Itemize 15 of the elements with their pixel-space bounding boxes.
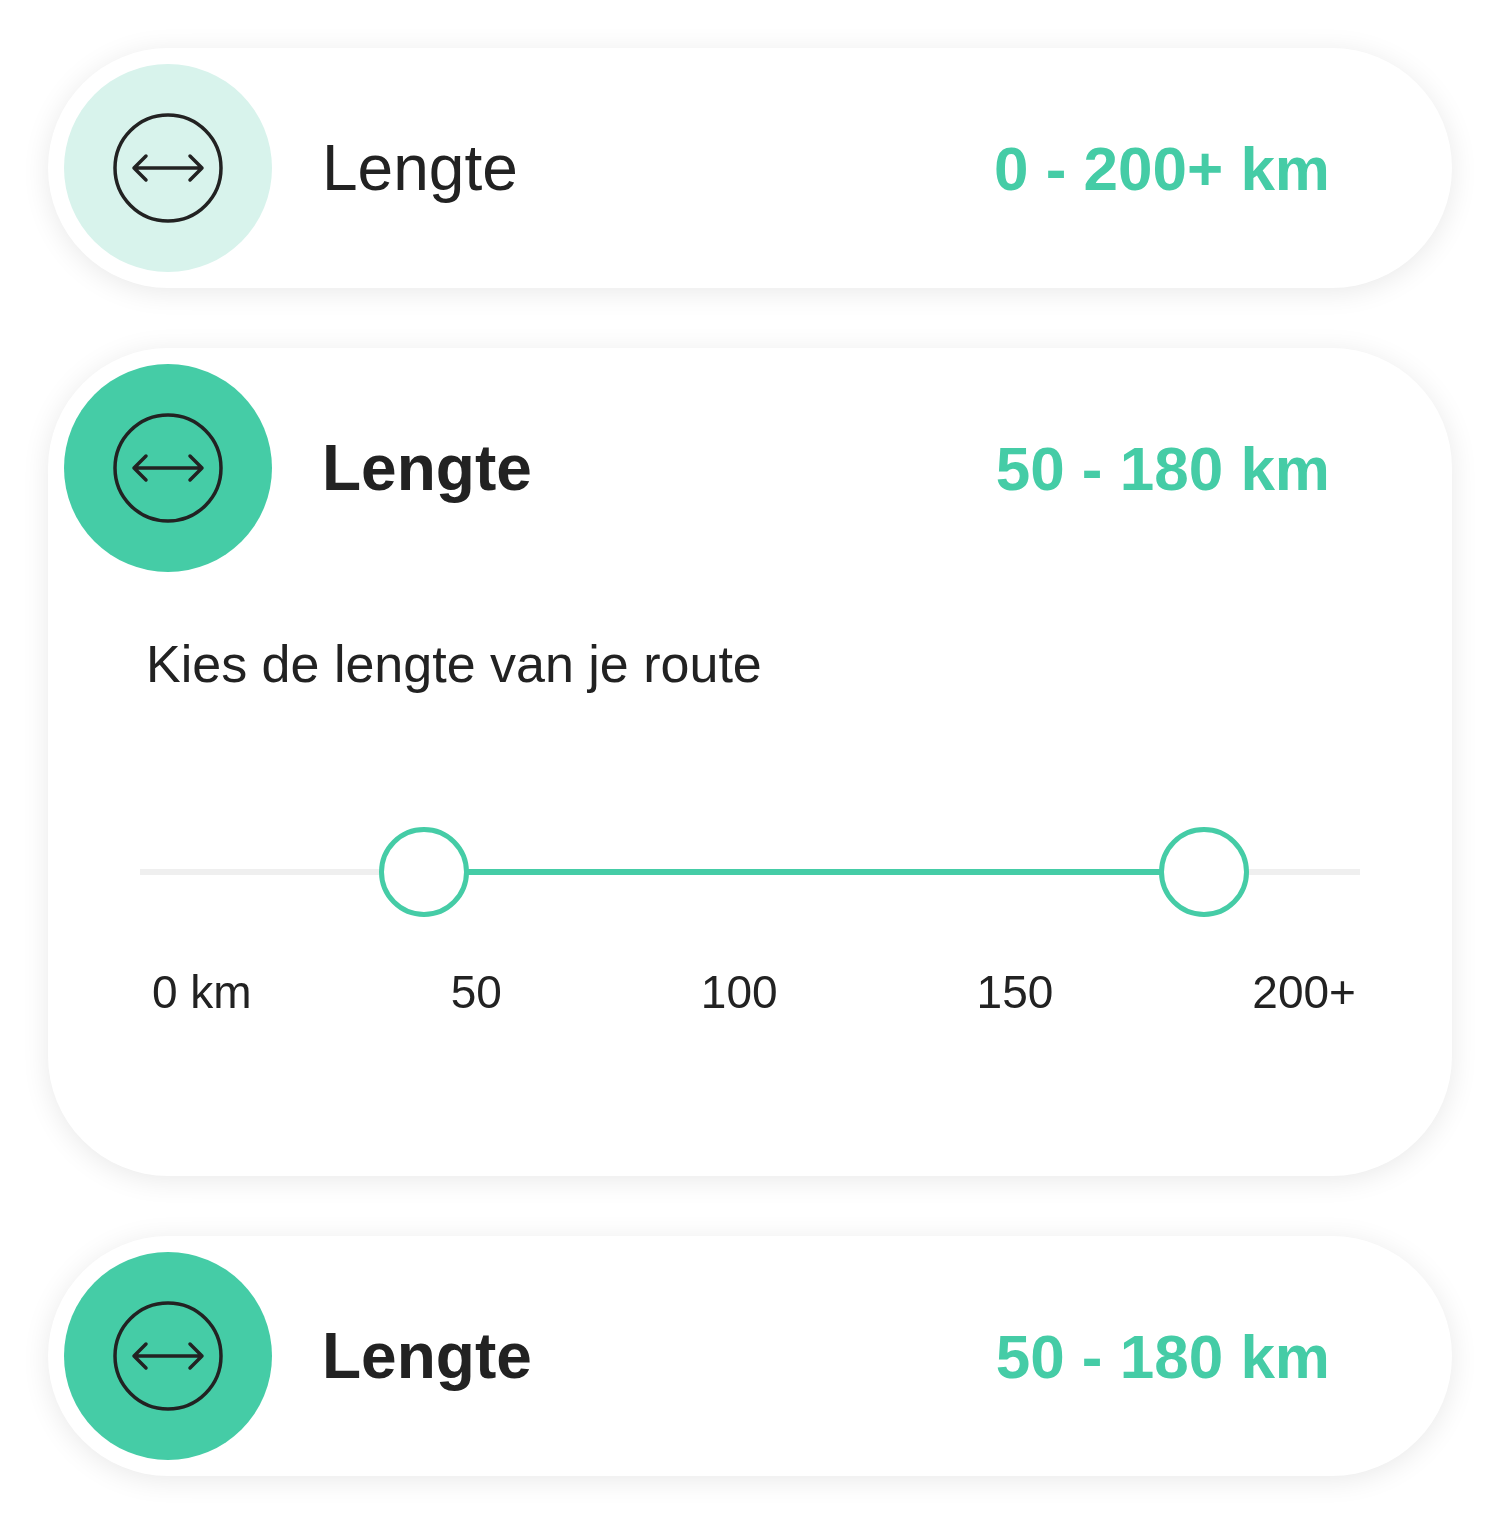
scale-label: 100 bbox=[700, 965, 778, 1019]
filter-card[interactable]: Lengte 0 - 200+ km bbox=[48, 48, 1452, 288]
card-title: Lengte bbox=[322, 1319, 532, 1393]
card-title: Lengte bbox=[322, 431, 532, 505]
scale-label: 150 bbox=[976, 965, 1054, 1019]
range-value: 50 - 180 km bbox=[995, 1320, 1330, 1392]
card-title: Lengte bbox=[322, 131, 518, 205]
filter-card[interactable]: Lengte 50 - 180 km bbox=[48, 1236, 1452, 1476]
scale-label: 200+ bbox=[1252, 965, 1356, 1019]
filter-card[interactable]: Lengte 50 - 180 km Kies de lengte van je route 0 km 50 100 150 200+ bbox=[48, 348, 1452, 1176]
range-value: 50 - 180 km bbox=[995, 432, 1330, 504]
scale-label: 0 km bbox=[152, 965, 252, 1019]
range-value: 0 - 200+ km bbox=[993, 132, 1330, 204]
instruction-text: Kies de lengte van je route bbox=[146, 634, 763, 694]
scale-label: 50 bbox=[450, 965, 502, 1019]
